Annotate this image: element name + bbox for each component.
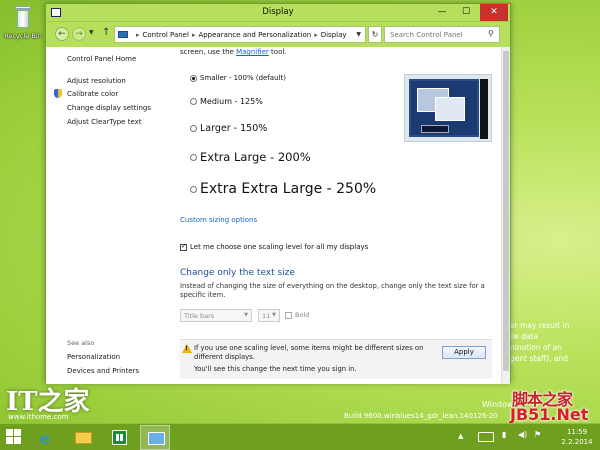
- search-icon[interactable]: ⚲: [488, 29, 494, 38]
- warning-panel: ! If you use one scaling level, some ite…: [180, 339, 492, 379]
- clock-time: 11:59: [566, 428, 588, 436]
- breadcrumb-control-panel[interactable]: Control Panel: [143, 31, 189, 39]
- radio-button[interactable]: [190, 125, 197, 132]
- chevron-down-icon: ▼: [244, 312, 248, 318]
- maximize-button[interactable]: ☐: [454, 4, 478, 21]
- display-preview: [404, 74, 492, 142]
- clock[interactable]: 11:59 2.2.2014: [556, 427, 598, 447]
- keyboard-icon[interactable]: [478, 432, 494, 442]
- radio-button[interactable]: [190, 185, 197, 193]
- scale-option-250[interactable]: Extra Extra Large - 250%: [190, 181, 376, 197]
- scale-option-100[interactable]: Smaller - 100% (default): [190, 74, 286, 82]
- text-size-description: Instead of changing the size of everythi…: [180, 282, 485, 299]
- title-bar[interactable]: Display — ☐ ✕: [46, 4, 510, 22]
- address-bar[interactable]: ▸ Control Panel ▸ Appearance and Personaliz…: [114, 26, 366, 43]
- font-size-select[interactable]: 11 ▼: [258, 309, 280, 322]
- recycle-bin-icon: [12, 4, 34, 30]
- desktop: Recycle Bin er may result in ile data ni…: [0, 0, 600, 423]
- build-string: Build 9600.winblues14_gdr_lean.140126-20: [344, 412, 498, 420]
- control-panel-icon: [148, 432, 165, 445]
- devices-and-printers-link[interactable]: Devices and Printers: [67, 367, 139, 375]
- signin-note: You'll see this change the next time you…: [194, 365, 357, 373]
- bold-checkbox[interactable]: Bold: [285, 311, 309, 319]
- left-navigation: Control Panel Home Adjust resolution Cal…: [46, 47, 174, 384]
- folder-icon: [75, 432, 92, 444]
- background-text-line: er may result in: [510, 321, 570, 330]
- apply-button[interactable]: Apply: [442, 346, 486, 359]
- start-button[interactable]: [6, 429, 22, 445]
- breadcrumb-display[interactable]: Display: [321, 31, 347, 39]
- adjust-cleartype-link[interactable]: Adjust ClearType text: [67, 118, 142, 126]
- taskbar-store[interactable]: [104, 425, 134, 450]
- taskbar-file-explorer[interactable]: [68, 425, 98, 450]
- change-display-settings-link[interactable]: Change display settings: [67, 104, 151, 112]
- clock-date: 2.2.2014: [561, 438, 593, 446]
- text-size-heading: Change only the text size: [180, 268, 295, 278]
- refresh-button[interactable]: ↻: [368, 26, 382, 43]
- watermark-jb51: JB51.Net: [510, 405, 589, 423]
- address-toolbar: ← → ▼ ↑ ▸ Control Panel ▸ Appearance and Pe…: [46, 22, 510, 47]
- calibrate-color-link[interactable]: Calibrate color: [67, 90, 118, 98]
- show-hidden-icons[interactable]: ▲: [458, 432, 463, 440]
- control-panel-home-link[interactable]: Control Panel Home: [67, 55, 136, 63]
- radio-button[interactable]: [190, 98, 197, 105]
- intro-text: screen, use the Magnifier tool.: [180, 48, 287, 56]
- back-button[interactable]: ←: [55, 27, 69, 41]
- custom-sizing-link[interactable]: Custom sizing options: [180, 216, 257, 224]
- forward-button[interactable]: →: [72, 27, 86, 41]
- internet-explorer-icon: e: [40, 429, 51, 448]
- adjust-resolution-link[interactable]: Adjust resolution: [67, 77, 126, 85]
- breadcrumb-appearance[interactable]: Appearance and Personalization: [198, 31, 311, 39]
- content-area: Control Panel Home Adjust resolution Cal…: [46, 47, 510, 384]
- minimize-button[interactable]: —: [430, 4, 454, 21]
- recycle-bin[interactable]: Recycle Bin: [4, 4, 42, 40]
- scale-option-125[interactable]: Medium - 125%: [190, 97, 263, 106]
- warning-icon: !: [182, 344, 192, 353]
- background-text-line: gent staff), and: [510, 354, 568, 363]
- taskbar-control-panel[interactable]: [140, 425, 170, 450]
- up-button[interactable]: ↑: [102, 27, 110, 38]
- control-panel-icon: [118, 31, 128, 38]
- see-also-heading: See also: [67, 339, 95, 347]
- checkbox[interactable]: [180, 242, 187, 251]
- store-icon: [112, 430, 127, 445]
- scale-option-200[interactable]: Extra Large - 200%: [190, 150, 311, 164]
- recent-pages-dropdown[interactable]: ▼: [89, 29, 94, 36]
- vertical-scrollbar[interactable]: [501, 47, 510, 384]
- address-dropdown-icon[interactable]: ▼: [356, 31, 361, 38]
- checkbox[interactable]: [285, 311, 292, 319]
- watermark-ithome-site: www.ithome.com: [8, 413, 69, 421]
- volume-icon[interactable]: ◀): [518, 430, 527, 439]
- item-select[interactable]: Title bars ▼: [180, 309, 252, 322]
- chevron-down-icon: ▼: [272, 312, 276, 318]
- taskbar: e ▲ ▮ ◀) ⚑ 11:59 2.2.2014: [0, 423, 600, 450]
- taskbar-internet-explorer[interactable]: e: [32, 425, 62, 450]
- search-input[interactable]: [384, 26, 500, 43]
- warning-text: If you use one scaling level, some items…: [194, 344, 424, 361]
- close-button[interactable]: ✕: [480, 4, 508, 21]
- network-icon[interactable]: ▮: [502, 430, 506, 439]
- background-text-line: nination of an: [510, 343, 562, 352]
- shield-icon: [54, 89, 62, 98]
- magnifier-link[interactable]: Magnifier: [236, 48, 269, 56]
- main-panel: screen, use the Magnifier tool. Smaller …: [180, 47, 500, 384]
- radio-button[interactable]: [190, 154, 197, 161]
- scale-option-150[interactable]: Larger - 150%: [190, 123, 267, 134]
- background-text-line: ile data: [510, 332, 539, 341]
- scrollbar-thumb[interactable]: [503, 51, 509, 371]
- action-center-flag-icon[interactable]: ⚑: [534, 430, 541, 439]
- radio-button[interactable]: [190, 74, 197, 82]
- display-window: Display — ☐ ✕ ← → ▼ ↑ ▸ Control Panel ▸ App…: [45, 3, 511, 384]
- single-scaling-checkbox[interactable]: Let me choose one scaling level for all …: [180, 242, 368, 251]
- personalization-link[interactable]: Personalization: [67, 353, 120, 361]
- breadcrumb: ▸ Control Panel ▸ Appearance and Personaliz…: [136, 31, 347, 39]
- recycle-bin-label: Recycle Bin: [4, 32, 42, 40]
